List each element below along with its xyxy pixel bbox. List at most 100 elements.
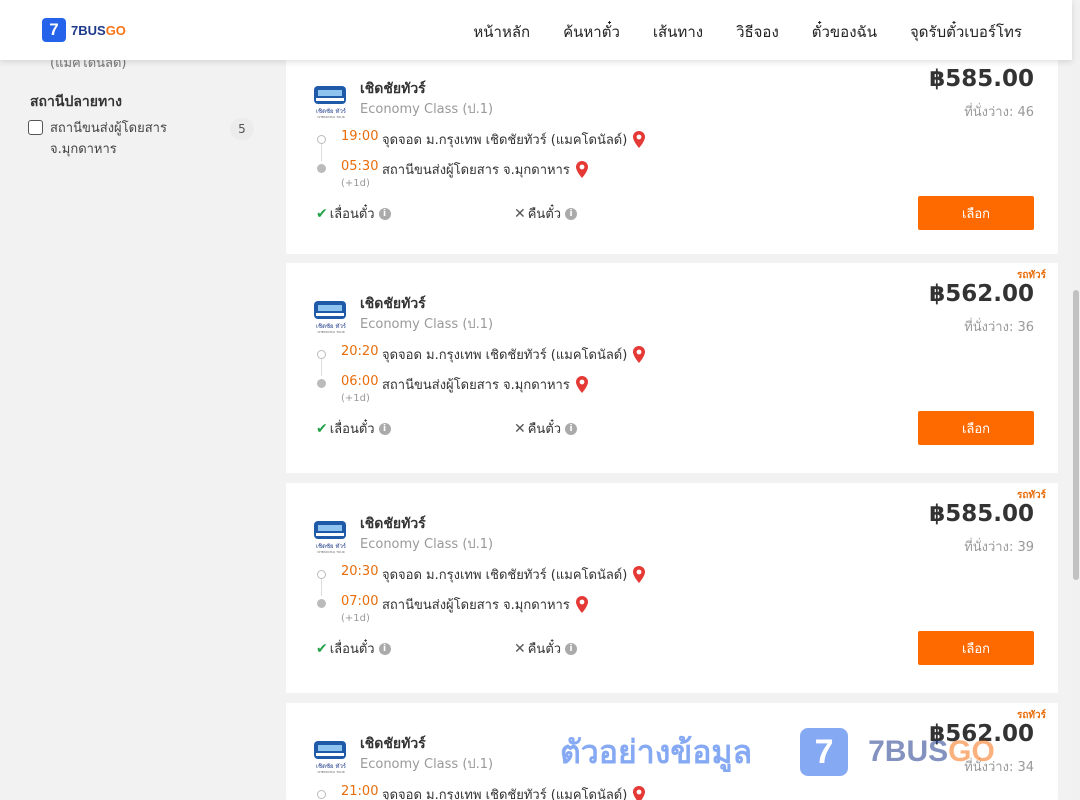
trip-card: รถทัวร์ เชิดชัย ทัวร์ CHERDCHAI TOUR เชิ… [286, 263, 1058, 473]
logo-mark: 7 [42, 18, 66, 42]
cross-icon: ✕ [514, 420, 526, 437]
svg-text:เชิดชัย ทัวร์: เชิดชัย ทัวร์ [316, 322, 347, 330]
trip-card: รถทัวร์ เชิดชัย ทัวร์ CHERDCHAI TOUR เชิ… [286, 483, 1058, 693]
nav-my-tickets[interactable]: ตั๋วของฉัน [812, 20, 877, 44]
map-pin-icon[interactable] [633, 131, 646, 148]
seats-available: ที่นั่งว่าง: 46 [964, 105, 1034, 120]
map-pin-icon[interactable] [575, 161, 588, 178]
select-trip-button[interactable]: เลือก [918, 196, 1034, 230]
svg-text:เชิดชัย ทัวร์: เชิดชัย ทัวร์ [316, 762, 347, 770]
next-day-indicator: (+1d) [341, 613, 370, 624]
departure-place: จุดจอด ม.กรุงเทพ เชิดชัยทัวร์ (แมคโดนัลด… [382, 129, 646, 150]
top-header: 7 7BUSGO หน้าหลัก ค้นหาตั๋ว เส้นทาง วิธี… [0, 0, 1072, 60]
svg-text:CHERDCHAI TOUR: CHERDCHAI TOUR [317, 550, 344, 554]
operator-name: เชิดชัยทัวร์ [360, 516, 426, 532]
departure-place: จุดจอด ม.กรุงเทพ เชิดชัยทัวร์ (แมคโดนัลด… [382, 564, 646, 585]
seats-available: ที่นั่งว่าง: 36 [964, 320, 1034, 335]
trip-card: เชิดชัย ทัวร์ CHERDCHAI TOUR เชิดชัยทัวร… [286, 48, 1058, 254]
arrival-dot [317, 599, 326, 608]
destination-filter-label: สถานีขนส่งผู้โดยสาร จ.มุกดาหาร [50, 121, 167, 157]
map-pin-icon[interactable] [575, 376, 588, 393]
map-pin-icon[interactable] [633, 346, 646, 363]
next-day-indicator: (+1d) [341, 393, 370, 404]
service-class: Economy Class (ป.1) [360, 317, 494, 332]
map-pin-icon[interactable] [633, 566, 646, 583]
departure-time: 20:20 [341, 344, 379, 359]
arrival-dot [317, 379, 326, 388]
map-pin-icon[interactable] [633, 786, 646, 800]
operator-logo-icon: เชิดชัย ทัวร์ CHERDCHAI TOUR [314, 301, 347, 334]
service-class: Economy Class (ป.1) [360, 757, 494, 772]
cross-icon: ✕ [514, 640, 526, 657]
cross-icon: ✕ [514, 205, 526, 222]
page-scrollbar-thumb[interactable] [1073, 290, 1079, 580]
check-icon: ✔ [316, 205, 328, 222]
main-nav: หน้าหลัก ค้นหาตั๋ว เส้นทาง วิธีจอง ตั๋วข… [440, 20, 1022, 44]
operator-logo-icon: เชิดชัย ทัวร์ CHERDCHAI TOUR [314, 86, 347, 119]
departure-place: จุดจอด ม.กรุงเทพ เชิดชัยทัวร์ (แมคโดนัลด… [382, 344, 646, 365]
info-icon[interactable]: i [565, 422, 578, 435]
destination-filter-title: สถานีปลายทาง [30, 94, 122, 110]
departure-dot [317, 790, 326, 799]
check-icon: ✔ [316, 640, 328, 657]
departure-dot [317, 350, 326, 359]
service-class: Economy Class (ป.1) [360, 102, 494, 117]
departure-place: จุดจอด ม.กรุงเทพ เชิดชัยทัวร์ (แมคโดนัลด… [382, 784, 646, 800]
ticket-price: ฿585.00 [929, 66, 1034, 92]
departure-time: 21:00 [341, 784, 379, 799]
arrival-dot [317, 164, 326, 173]
select-trip-button[interactable]: เลือก [918, 631, 1034, 665]
check-icon: ✔ [316, 420, 328, 437]
arrival-time: 07:00 [341, 594, 379, 609]
nav-home[interactable]: หน้าหลัก [473, 20, 530, 44]
refund-policy: ✕ คืนตั๋ว i [514, 203, 578, 224]
nav-pickup-points[interactable]: จุดรับตั๋วเบอร์โทร [910, 20, 1022, 44]
arrival-time: 05:30 [341, 159, 379, 174]
svg-text:เชิดชัย ทัวร์: เชิดชัย ทัวร์ [316, 107, 347, 115]
arrival-place: สถานีขนส่งผู้โดยสาร จ.มุกดาหาร [382, 594, 588, 615]
reschedule-policy: ✔ เลื่อนตั๋ว i [316, 638, 391, 659]
departure-dot [317, 570, 326, 579]
seats-available: ที่นั่งว่าง: 39 [964, 540, 1034, 555]
info-icon[interactable]: i [378, 207, 391, 220]
operator-logo-icon: เชิดชัย ทัวร์ CHERDCHAI TOUR [314, 741, 347, 774]
operator-name: เชิดชัยทัวร์ [360, 736, 426, 752]
departure-time: 20:30 [341, 564, 379, 579]
service-class: Economy Class (ป.1) [360, 537, 494, 552]
svg-text:เชิดชัย ทัวร์: เชิดชัย ทัวร์ [316, 542, 347, 550]
logo-text: 7BUSGO [71, 22, 126, 38]
reschedule-policy: ✔ เลื่อนตั๋ว i [316, 203, 391, 224]
refund-policy: ✕ คืนตั๋ว i [514, 638, 578, 659]
ticket-price: ฿585.00 [929, 501, 1034, 527]
operator-logo-icon: เชิดชัย ทัวร์ CHERDCHAI TOUR [314, 521, 347, 554]
ticket-price: ฿562.00 [929, 281, 1034, 307]
refund-policy: ✕ คืนตั๋ว i [514, 418, 578, 439]
map-pin-icon[interactable] [575, 596, 588, 613]
trip-card: รถทัวร์ เชิดชัย ทัวร์ CHERDCHAI TOUR เชิ… [286, 703, 1058, 800]
info-icon[interactable]: i [565, 642, 578, 655]
info-icon[interactable]: i [378, 642, 391, 655]
operator-name: เชิดชัยทัวร์ [360, 296, 426, 312]
nav-routes[interactable]: เส้นทาง [653, 20, 703, 44]
nav-how-to-book[interactable]: วิธีจอง [736, 20, 779, 44]
seats-available: ที่นั่งว่าง: 34 [964, 760, 1034, 775]
info-icon[interactable]: i [378, 422, 391, 435]
select-trip-button[interactable]: เลือก [918, 411, 1034, 445]
destination-filter-count: 5 [230, 118, 254, 140]
nav-search-tickets[interactable]: ค้นหาตั๋ว [563, 20, 620, 44]
next-day-indicator: (+1d) [341, 178, 370, 189]
svg-text:CHERDCHAI TOUR: CHERDCHAI TOUR [317, 115, 344, 119]
arrival-place: สถานีขนส่งผู้โดยสาร จ.มุกดาหาร [382, 374, 588, 395]
reschedule-policy: ✔ เลื่อนตั๋ว i [316, 418, 391, 439]
ticket-price: ฿562.00 [929, 721, 1034, 747]
destination-checkbox[interactable] [28, 120, 43, 135]
svg-text:CHERDCHAI TOUR: CHERDCHAI TOUR [317, 770, 344, 774]
departure-dot [317, 135, 326, 144]
departure-time: 19:00 [341, 129, 379, 144]
svg-text:CHERDCHAI TOUR: CHERDCHAI TOUR [317, 330, 344, 334]
arrival-time: 06:00 [341, 374, 379, 389]
arrival-place: สถานีขนส่งผู้โดยสาร จ.มุกดาหาร [382, 159, 588, 180]
operator-name: เชิดชัยทัวร์ [360, 81, 426, 97]
info-icon[interactable]: i [565, 207, 578, 220]
site-logo[interactable]: 7 7BUSGO [42, 18, 126, 42]
